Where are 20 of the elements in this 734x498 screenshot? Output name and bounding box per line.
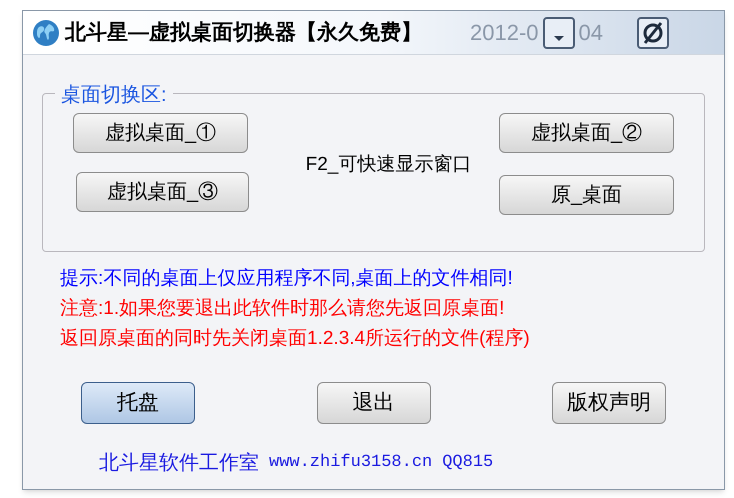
notice-text: 返回原桌面的同时先关闭桌面1.2.3.4所运行的文件(程序) — [60, 327, 531, 351]
dropdown-icon[interactable] — [542, 16, 575, 48]
date-text: 04 — [578, 19, 603, 47]
action-button[interactable]: 版权声明 — [552, 382, 666, 424]
desktop-button[interactable]: 虚拟桌面_② — [499, 113, 674, 153]
action-button[interactable]: 托盘 — [81, 382, 195, 424]
date-text: 2012-0 — [470, 19, 539, 47]
notice-text: 提示:不同的桌面上仅应用程序不同,桌面上的文件相同! — [60, 267, 514, 291]
desktop-button[interactable]: 虚拟桌面_① — [73, 113, 248, 153]
notice-text: 注意:1.如果您要退出此软件时那么请您先返回原桌面! — [60, 297, 506, 321]
desktop-button[interactable]: 原_桌面 — [499, 174, 674, 214]
window-title: 北斗星—虚拟桌面切换器【永久免费】 — [65, 20, 422, 46]
desktop-button[interactable]: 虚拟桌面_③ — [76, 172, 249, 212]
hint-text: F2_可快速显示窗口 — [304, 153, 472, 177]
studio-name: 北斗星软件工作室 — [99, 451, 259, 476]
circle-slash-icon[interactable] — [637, 16, 669, 48]
website-link[interactable]: www.zhifu3158.cn — [269, 450, 432, 476]
globe-icon — [31, 18, 61, 48]
qq-number: QQ815 — [442, 452, 494, 474]
action-button[interactable]: 退出 — [316, 382, 430, 424]
